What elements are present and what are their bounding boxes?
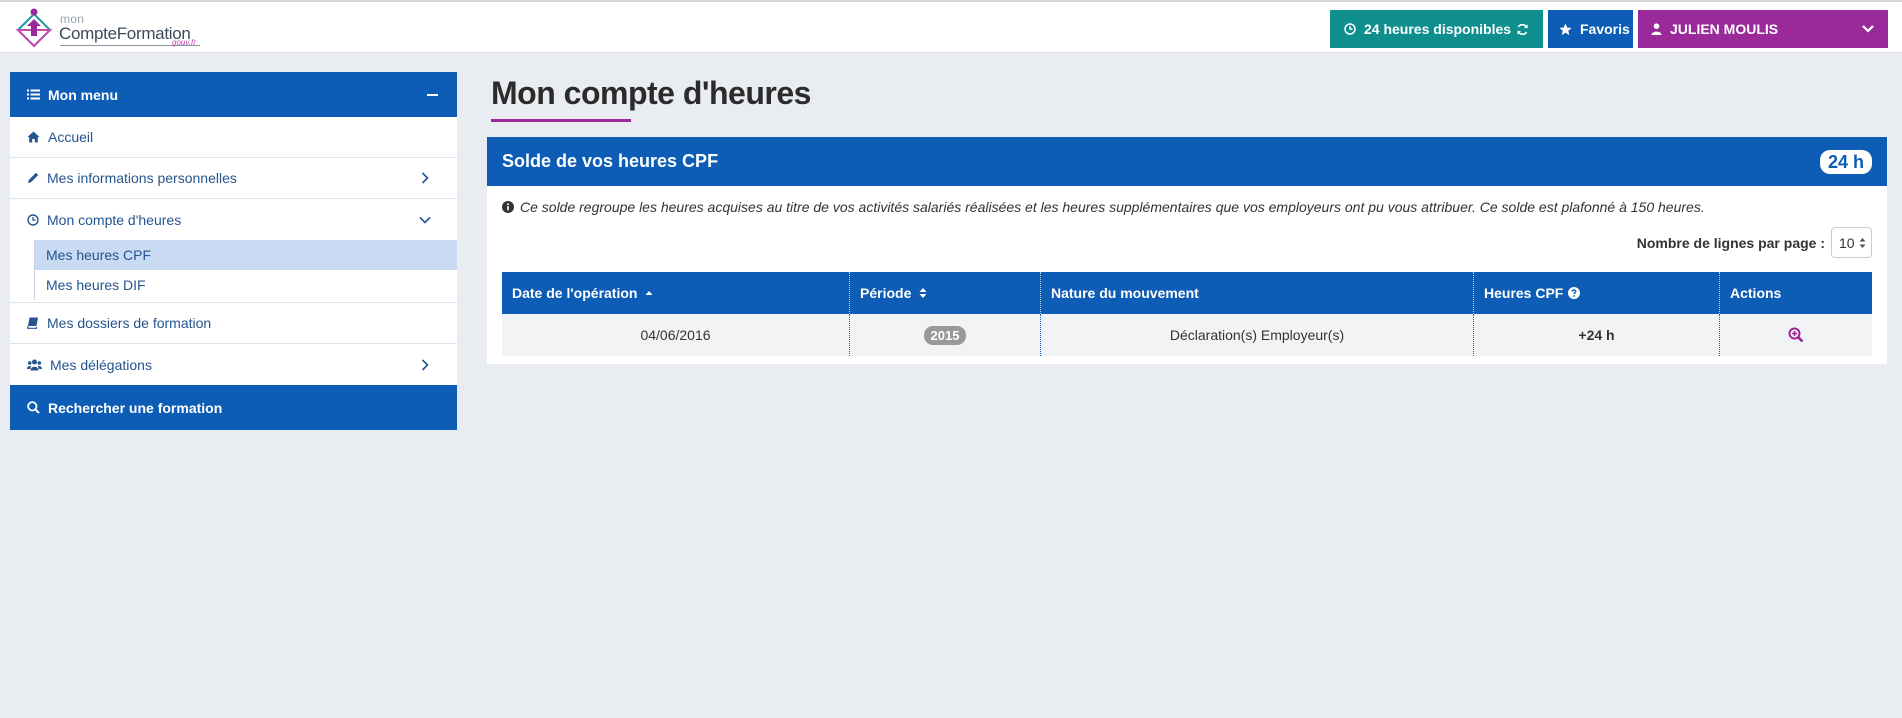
sidebar-item-label: Accueil (48, 129, 94, 145)
home-icon (27, 131, 40, 143)
card-title: Solde de vos heures CPF (502, 151, 719, 171)
zoom-in-icon[interactable] (1788, 327, 1804, 343)
star-icon (1559, 22, 1572, 36)
book-icon (27, 317, 39, 329)
cell-date: 04/06/2016 (502, 314, 850, 356)
col-actions-header: Actions (1720, 272, 1872, 314)
top-actions: 24 heures disponibles Favoris JULIEN MOU… (1330, 10, 1888, 48)
chevron-right-icon (418, 171, 432, 185)
search-icon (27, 401, 40, 414)
user-icon (1651, 23, 1662, 35)
col-hours-label: Heures CPF (1484, 285, 1564, 301)
info-text: Ce solde regroupe les heures acquises au… (520, 199, 1705, 215)
table-body: 04/06/2016 2015 Déclaration(s) Employeur… (502, 314, 1872, 356)
hours-balance-badge: 24 h (1819, 149, 1872, 174)
pencil-icon (27, 172, 39, 184)
sidebar-subitem-heures-cpf[interactable]: Mes heures CPF (34, 240, 457, 270)
user-name: JULIEN MOULIS (1670, 21, 1779, 37)
info-icon (502, 201, 514, 213)
sidebar-item-label: Mes dossiers de formation (47, 315, 212, 331)
sidebar-item-compte-heures[interactable]: Mon compte d'heures (10, 199, 457, 240)
rows-per-page-label: Nombre de lignes par page : (1636, 234, 1825, 251)
sidebar-item-delegations[interactable]: Mes délégations (10, 344, 457, 385)
rows-per-page-select[interactable]: 10 (1831, 227, 1872, 258)
col-period-header[interactable]: Période (850, 272, 1041, 314)
sidebar-item-dossiers[interactable]: Mes dossiers de formation (10, 303, 457, 344)
top-bar: mon CompteFormation gouv.fr 24 heures di… (0, 0, 1902, 53)
page-title: Mon compte d'heures (491, 75, 811, 111)
collapse-icon[interactable] (427, 93, 438, 96)
favorites-button[interactable]: Favoris (1548, 10, 1633, 48)
list-icon (27, 89, 40, 100)
table-header: Date de l'opération Période Nature du mo… (502, 272, 1872, 314)
logo-text-suffix: gouv.fr (172, 38, 196, 47)
col-period-label: Période (860, 285, 912, 301)
available-hours-button[interactable]: 24 heures disponibles (1330, 10, 1543, 48)
chevron-right-icon (418, 358, 432, 372)
sidebar-menu-header[interactable]: Mon menu (10, 72, 457, 117)
logo-mark-icon (15, 8, 53, 48)
cell-period: 2015 (850, 314, 1041, 356)
cpf-balance-card: Solde de vos heures CPF 24 h Ce solde re… (487, 137, 1887, 364)
sidebar: Mon menu Accueil Mes informations person… (10, 72, 457, 430)
cell-hours: +24 h (1474, 314, 1720, 356)
available-hours-label: 24 heures disponibles (1364, 21, 1512, 37)
app-logo[interactable]: mon CompteFormation gouv.fr (12, 6, 202, 50)
user-menu-button[interactable]: JULIEN MOULIS (1638, 10, 1888, 48)
help-icon[interactable] (1568, 287, 1581, 299)
period-badge: 2015 (923, 325, 967, 345)
card-header: Solde de vos heures CPF 24 h (487, 137, 1887, 186)
sidebar-subitem-heures-dif[interactable]: Mes heures DIF (34, 270, 457, 300)
cell-nature: Déclaration(s) Employeur(s) (1041, 314, 1474, 356)
sidebar-item-informations[interactable]: Mes informations personnelles (10, 158, 457, 199)
search-formation-label: Rechercher une formation (48, 399, 223, 416)
sidebar-menu-title: Mon menu (48, 86, 118, 103)
col-actions-label: Actions (1730, 285, 1782, 301)
users-icon (27, 359, 42, 371)
col-date-header[interactable]: Date de l'opération (502, 272, 850, 314)
col-date-label: Date de l'opération (512, 285, 638, 301)
sidebar-submenu: Mes heures CPF Mes heures DIF (10, 240, 457, 303)
clock-icon (27, 213, 39, 226)
sidebar-item-accueil[interactable]: Accueil (10, 117, 457, 158)
col-hours-header: Heures CPF (1474, 272, 1720, 314)
cell-actions (1720, 314, 1872, 356)
balance-info: Ce solde regroupe les heures acquises au… (502, 199, 1705, 215)
col-nature-label: Nature du mouvement (1051, 285, 1199, 301)
logo-text-main: CompteFormation (59, 24, 191, 43)
chevron-down-icon (418, 213, 432, 227)
search-formation-button[interactable]: Rechercher une formation (10, 385, 457, 430)
table-row: 04/06/2016 2015 Déclaration(s) Employeur… (502, 314, 1872, 356)
clock-icon (1344, 23, 1356, 35)
sidebar-item-label: Mes délégations (50, 356, 152, 373)
sidebar-item-label: Mes informations personnelles (47, 170, 237, 186)
rows-per-page-value: 10 (1839, 234, 1855, 251)
sort-asc-icon (645, 290, 653, 296)
sidebar-item-label: Mon compte d'heures (47, 211, 182, 228)
favorites-label: Favoris (1580, 21, 1630, 37)
select-arrows-icon (1859, 237, 1866, 249)
rows-per-page-control: Nombre de lignes par page : 10 (1637, 227, 1872, 258)
operations-table: Date de l'opération Période Nature du mo… (502, 272, 1872, 356)
sort-icon (919, 287, 927, 299)
chevron-down-icon (1861, 24, 1875, 34)
col-nature-header: Nature du mouvement (1041, 272, 1474, 314)
title-underline (491, 119, 631, 122)
refresh-icon[interactable] (1516, 23, 1529, 36)
